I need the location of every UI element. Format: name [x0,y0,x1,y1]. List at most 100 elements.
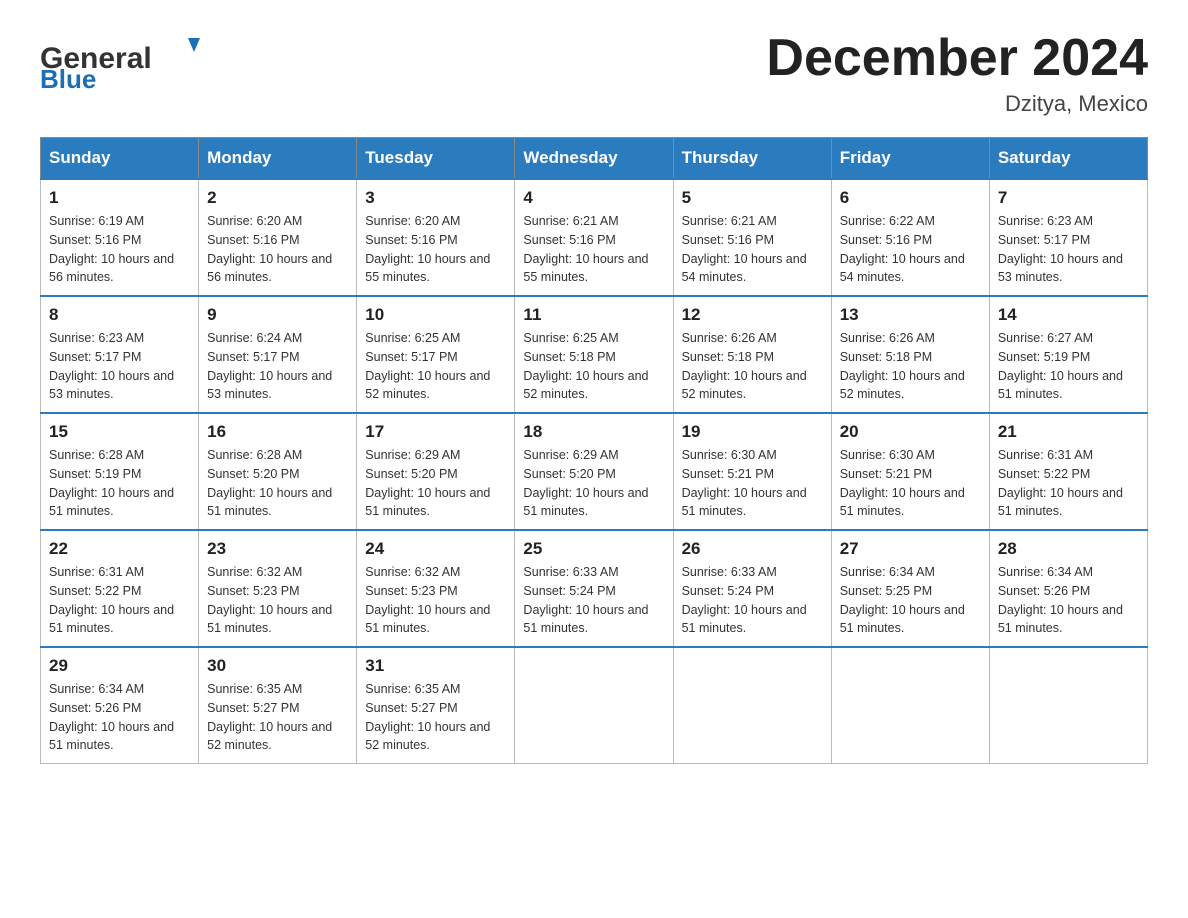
calendar-title: December 2024 [766,30,1148,87]
day-info: Sunrise: 6:31 AMSunset: 5:22 PMDaylight:… [49,565,174,635]
day-info: Sunrise: 6:34 AMSunset: 5:26 PMDaylight:… [49,682,174,752]
calendar-header-friday: Friday [831,138,989,180]
day-number: 9 [207,305,348,325]
calendar-cell [515,647,673,764]
calendar-cell: 20 Sunrise: 6:30 AMSunset: 5:21 PMDaylig… [831,413,989,530]
day-info: Sunrise: 6:23 AMSunset: 5:17 PMDaylight:… [998,214,1123,284]
day-info: Sunrise: 6:35 AMSunset: 5:27 PMDaylight:… [365,682,490,752]
logo-text: General Blue [40,30,200,95]
day-number: 29 [49,656,190,676]
day-number: 3 [365,188,506,208]
day-number: 6 [840,188,981,208]
calendar-cell: 19 Sunrise: 6:30 AMSunset: 5:21 PMDaylig… [673,413,831,530]
day-number: 17 [365,422,506,442]
svg-text:Blue: Blue [40,64,96,90]
day-info: Sunrise: 6:25 AMSunset: 5:17 PMDaylight:… [365,331,490,401]
calendar-subtitle: Dzitya, Mexico [766,91,1148,117]
day-info: Sunrise: 6:20 AMSunset: 5:16 PMDaylight:… [207,214,332,284]
day-info: Sunrise: 6:25 AMSunset: 5:18 PMDaylight:… [523,331,648,401]
day-info: Sunrise: 6:27 AMSunset: 5:19 PMDaylight:… [998,331,1123,401]
day-info: Sunrise: 6:30 AMSunset: 5:21 PMDaylight:… [840,448,965,518]
calendar-cell: 3 Sunrise: 6:20 AMSunset: 5:16 PMDayligh… [357,179,515,296]
day-info: Sunrise: 6:30 AMSunset: 5:21 PMDaylight:… [682,448,807,518]
calendar-week-row: 22 Sunrise: 6:31 AMSunset: 5:22 PMDaylig… [41,530,1148,647]
day-number: 24 [365,539,506,559]
day-number: 26 [682,539,823,559]
day-info: Sunrise: 6:22 AMSunset: 5:16 PMDaylight:… [840,214,965,284]
title-block: December 2024 Dzitya, Mexico [766,30,1148,117]
day-number: 19 [682,422,823,442]
day-info: Sunrise: 6:32 AMSunset: 5:23 PMDaylight:… [365,565,490,635]
day-info: Sunrise: 6:26 AMSunset: 5:18 PMDaylight:… [682,331,807,401]
calendar-cell: 23 Sunrise: 6:32 AMSunset: 5:23 PMDaylig… [199,530,357,647]
day-number: 21 [998,422,1139,442]
day-number: 28 [998,539,1139,559]
calendar-header-row: SundayMondayTuesdayWednesdayThursdayFrid… [41,138,1148,180]
calendar-cell: 22 Sunrise: 6:31 AMSunset: 5:22 PMDaylig… [41,530,199,647]
calendar-cell: 8 Sunrise: 6:23 AMSunset: 5:17 PMDayligh… [41,296,199,413]
day-info: Sunrise: 6:29 AMSunset: 5:20 PMDaylight:… [365,448,490,518]
calendar-week-row: 1 Sunrise: 6:19 AMSunset: 5:16 PMDayligh… [41,179,1148,296]
calendar-header-monday: Monday [199,138,357,180]
calendar-cell: 17 Sunrise: 6:29 AMSunset: 5:20 PMDaylig… [357,413,515,530]
calendar-cell: 7 Sunrise: 6:23 AMSunset: 5:17 PMDayligh… [989,179,1147,296]
calendar-cell: 25 Sunrise: 6:33 AMSunset: 5:24 PMDaylig… [515,530,673,647]
day-number: 2 [207,188,348,208]
calendar-cell: 1 Sunrise: 6:19 AMSunset: 5:16 PMDayligh… [41,179,199,296]
day-info: Sunrise: 6:35 AMSunset: 5:27 PMDaylight:… [207,682,332,752]
calendar-cell: 5 Sunrise: 6:21 AMSunset: 5:16 PMDayligh… [673,179,831,296]
calendar-cell: 12 Sunrise: 6:26 AMSunset: 5:18 PMDaylig… [673,296,831,413]
calendar-cell: 31 Sunrise: 6:35 AMSunset: 5:27 PMDaylig… [357,647,515,764]
calendar-week-row: 29 Sunrise: 6:34 AMSunset: 5:26 PMDaylig… [41,647,1148,764]
day-number: 22 [49,539,190,559]
day-number: 27 [840,539,981,559]
day-info: Sunrise: 6:28 AMSunset: 5:20 PMDaylight:… [207,448,332,518]
calendar-cell: 18 Sunrise: 6:29 AMSunset: 5:20 PMDaylig… [515,413,673,530]
calendar-cell: 9 Sunrise: 6:24 AMSunset: 5:17 PMDayligh… [199,296,357,413]
day-info: Sunrise: 6:34 AMSunset: 5:26 PMDaylight:… [998,565,1123,635]
calendar-cell: 28 Sunrise: 6:34 AMSunset: 5:26 PMDaylig… [989,530,1147,647]
calendar-cell [673,647,831,764]
calendar-cell: 26 Sunrise: 6:33 AMSunset: 5:24 PMDaylig… [673,530,831,647]
calendar-header-thursday: Thursday [673,138,831,180]
day-info: Sunrise: 6:23 AMSunset: 5:17 PMDaylight:… [49,331,174,401]
calendar-cell [831,647,989,764]
day-number: 25 [523,539,664,559]
day-info: Sunrise: 6:19 AMSunset: 5:16 PMDaylight:… [49,214,174,284]
day-info: Sunrise: 6:21 AMSunset: 5:16 PMDaylight:… [682,214,807,284]
logo: General Blue [40,30,200,95]
calendar-header-tuesday: Tuesday [357,138,515,180]
calendar-header-saturday: Saturday [989,138,1147,180]
day-number: 5 [682,188,823,208]
day-info: Sunrise: 6:29 AMSunset: 5:20 PMDaylight:… [523,448,648,518]
calendar-cell: 4 Sunrise: 6:21 AMSunset: 5:16 PMDayligh… [515,179,673,296]
calendar-cell: 29 Sunrise: 6:34 AMSunset: 5:26 PMDaylig… [41,647,199,764]
day-number: 7 [998,188,1139,208]
calendar-header-sunday: Sunday [41,138,199,180]
day-number: 15 [49,422,190,442]
day-info: Sunrise: 6:28 AMSunset: 5:19 PMDaylight:… [49,448,174,518]
day-number: 18 [523,422,664,442]
day-info: Sunrise: 6:33 AMSunset: 5:24 PMDaylight:… [523,565,648,635]
day-info: Sunrise: 6:33 AMSunset: 5:24 PMDaylight:… [682,565,807,635]
calendar-week-row: 8 Sunrise: 6:23 AMSunset: 5:17 PMDayligh… [41,296,1148,413]
day-number: 11 [523,305,664,325]
calendar-cell [989,647,1147,764]
calendar-cell: 21 Sunrise: 6:31 AMSunset: 5:22 PMDaylig… [989,413,1147,530]
day-info: Sunrise: 6:20 AMSunset: 5:16 PMDaylight:… [365,214,490,284]
day-number: 12 [682,305,823,325]
calendar-cell: 13 Sunrise: 6:26 AMSunset: 5:18 PMDaylig… [831,296,989,413]
day-info: Sunrise: 6:21 AMSunset: 5:16 PMDaylight:… [523,214,648,284]
day-number: 31 [365,656,506,676]
day-info: Sunrise: 6:32 AMSunset: 5:23 PMDaylight:… [207,565,332,635]
calendar-cell: 16 Sunrise: 6:28 AMSunset: 5:20 PMDaylig… [199,413,357,530]
day-number: 16 [207,422,348,442]
page-header: General Blue December 2024 Dzitya, Mexic… [40,30,1148,117]
day-number: 30 [207,656,348,676]
day-info: Sunrise: 6:31 AMSunset: 5:22 PMDaylight:… [998,448,1123,518]
day-info: Sunrise: 6:34 AMSunset: 5:25 PMDaylight:… [840,565,965,635]
calendar-table: SundayMondayTuesdayWednesdayThursdayFrid… [40,137,1148,764]
day-number: 10 [365,305,506,325]
calendar-cell: 14 Sunrise: 6:27 AMSunset: 5:19 PMDaylig… [989,296,1147,413]
calendar-cell: 15 Sunrise: 6:28 AMSunset: 5:19 PMDaylig… [41,413,199,530]
